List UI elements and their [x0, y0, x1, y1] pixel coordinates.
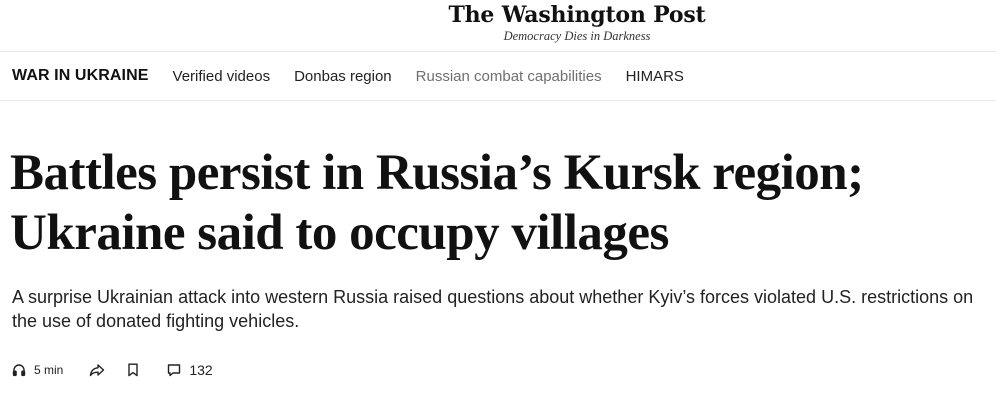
headphones-icon — [12, 363, 26, 377]
comment-bubble-icon — [167, 363, 181, 377]
comments-count: 132 — [189, 362, 213, 378]
washington-post-logo[interactable]: The Washington Post — [0, 2, 996, 28]
section-subnav: WAR IN UKRAINE Verified videos Donbas re… — [0, 52, 996, 100]
masthead: The Washington Post Democracy Dies in Da… — [0, 0, 996, 52]
article-headline: Battles persist in Russia’s Kursk region… — [10, 145, 864, 261]
article-dek: A surprise Ukrainian attack into western… — [12, 287, 974, 331]
subnav-link-himars[interactable]: HIMARS — [626, 68, 684, 85]
article-toolbar: 5 min 132 — [12, 358, 213, 382]
masthead-tagline: Democracy Dies in Darkness — [503, 29, 651, 43]
subnav-link-donbas-region[interactable]: Donbas region — [294, 68, 392, 85]
bookmark-icon — [127, 363, 139, 377]
listen-button[interactable]: 5 min — [12, 363, 63, 377]
listen-duration-label: 5 min — [34, 363, 64, 377]
share-arrow-icon — [89, 363, 105, 377]
subnav-link-verified-videos[interactable]: Verified videos — [173, 68, 271, 85]
subnav-link-russian-combat-capabilities[interactable]: Russian combat capabilities — [416, 68, 602, 85]
share-button[interactable] — [89, 363, 105, 377]
comments-button[interactable]: 132 — [167, 362, 213, 378]
subnav-divider — [0, 100, 996, 101]
section-title[interactable]: WAR IN UKRAINE — [12, 67, 149, 85]
save-button[interactable] — [127, 363, 139, 377]
